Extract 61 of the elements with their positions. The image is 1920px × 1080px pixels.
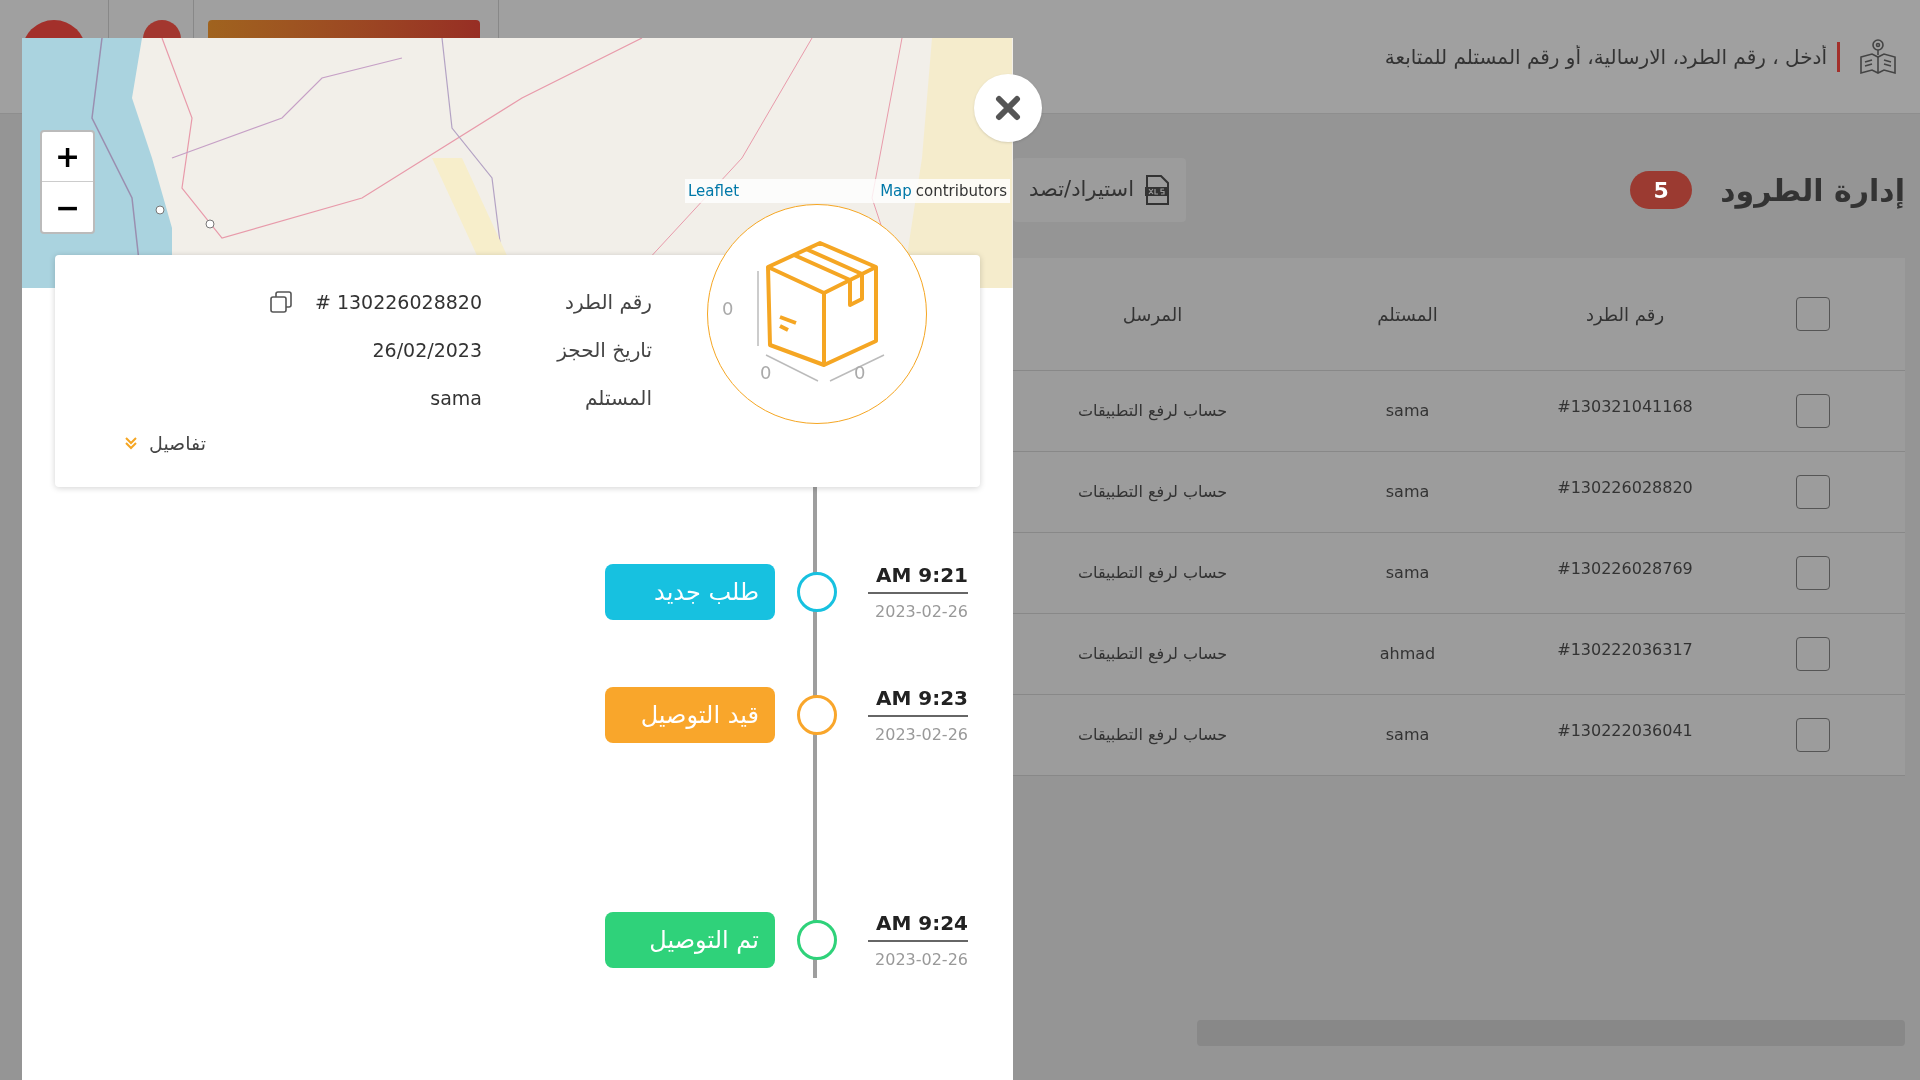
row-checkbox[interactable]: [1795, 475, 1830, 509]
parcel-number-cell-text: #130226028820: [1556, 477, 1694, 499]
event-date: 2023-02-26: [875, 724, 968, 746]
count-label: 0: [722, 297, 734, 321]
double-chevron-icon: [123, 435, 139, 452]
status-badge: قيد التوصيل: [605, 687, 775, 743]
zoom-in-button[interactable]: +: [42, 132, 93, 182]
event-time: AM 9:24: [868, 908, 968, 942]
field-label: تاريخ الحجز: [555, 337, 652, 364]
parcel-number-cell-text: #130222036317: [1556, 639, 1694, 661]
row-checkbox[interactable]: [1795, 637, 1830, 671]
map-link[interactable]: Map: [880, 179, 912, 203]
parcel-number-cell-text: #130321041168: [1556, 396, 1694, 418]
field-label: المستلم: [583, 385, 652, 412]
attribution-text: contributors: [915, 180, 1007, 202]
row-checkbox[interactable]: [1795, 556, 1830, 590]
copy-icon[interactable]: [268, 290, 293, 314]
column-header: المرسل: [1121, 302, 1184, 328]
page-title: إدارة الطرود: [1720, 171, 1905, 211]
field-label: رقم الطرد: [564, 289, 652, 316]
event-date: 2023-02-26: [875, 601, 968, 623]
parcel-number-cell-text: #130226028769: [1556, 558, 1694, 580]
map-book-icon: [1858, 36, 1898, 77]
event-date: 2023-02-26: [875, 949, 968, 971]
recipient-cell-text: sama: [1384, 481, 1431, 503]
leaflet-link[interactable]: Leaflet: [688, 179, 740, 203]
field-value: 26/02/2023: [372, 337, 482, 363]
row-checkbox[interactable]: [1795, 718, 1830, 752]
sender-cell-text: حساب لرفع التطبيقات: [1076, 562, 1229, 585]
count-label: 0: [760, 361, 772, 385]
recipient-cell-text: sama: [1384, 562, 1431, 584]
zoom-out-button[interactable]: −: [42, 182, 93, 232]
field-value: # 130226028820: [314, 289, 482, 315]
package-box-icon: [766, 241, 878, 367]
event-time: AM 9:23: [868, 683, 968, 717]
count-label: 0: [854, 361, 866, 385]
parcel-number-cell-text: #130222036041: [1556, 720, 1694, 742]
timeline-node: [797, 920, 837, 960]
notification-badge[interactable]: [143, 20, 181, 38]
sender-cell-text: حساب لرفع التطبيقات: [1076, 481, 1229, 504]
column-header: المستلم: [1376, 302, 1439, 328]
status-badge: تم التوصيل: [605, 912, 775, 968]
sender-cell-text: حساب لرفع التطبيقات: [1076, 400, 1229, 423]
details-link[interactable]: تفاصيل: [123, 429, 206, 458]
recipient-cell-text: sama: [1384, 724, 1431, 746]
import-export-button[interactable]: استيراد/تصد: [1013, 158, 1187, 222]
count-badge: 5: [1630, 171, 1693, 209]
sender-cell-text: حساب لرفع التطبيقات: [1076, 724, 1229, 747]
recipient-cell-text: sama: [1384, 400, 1431, 422]
event-time: AM 9:21: [868, 560, 968, 594]
timeline-node: [797, 572, 837, 612]
recipient-cell-text: ahmad: [1378, 643, 1437, 665]
select-all-checkbox[interactable]: [1795, 297, 1830, 331]
close-icon: [995, 95, 1021, 121]
status-badge: طلب جديد: [605, 564, 775, 620]
column-header: رقم الطرد: [1584, 302, 1666, 328]
xls-file-icon: [1144, 175, 1171, 205]
row-checkbox[interactable]: [1795, 394, 1830, 428]
sender-cell-text: حساب لرفع التطبيقات: [1076, 643, 1229, 666]
field-value: sama: [430, 385, 482, 411]
timeline-node: [797, 695, 837, 735]
